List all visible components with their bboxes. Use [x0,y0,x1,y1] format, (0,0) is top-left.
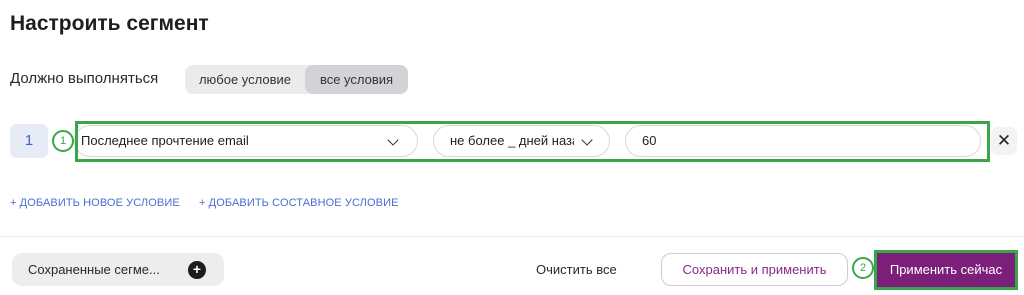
divider [0,236,1024,237]
apply-now-button[interactable]: Применить сейчас [877,253,1015,287]
toggle-all-conditions[interactable]: все условия [305,65,408,94]
saved-segments-button[interactable]: Сохраненные сегме... + [12,253,224,286]
clear-all-button[interactable]: Очистить все [536,262,617,277]
annotation-box-condition [75,121,990,162]
page-title: Настроить сегмент [10,12,209,35]
plus-circle-icon: + [188,261,206,279]
condition-mode-toggle[interactable]: любое условие все условия [185,65,408,94]
close-icon[interactable]: ✕ [991,127,1017,155]
annotation-badge-2: 2 [852,257,874,279]
must-execute-label: Должно выполняться [10,70,159,87]
toggle-any-condition[interactable]: любое условие [185,65,305,94]
saved-segments-label: Сохраненные сегме... [28,262,160,277]
add-compound-condition-link[interactable]: + ДОБАВИТЬ СОСТАВНОЕ УСЛОВИЕ [199,197,399,209]
condition-number: 1 [10,124,48,158]
save-and-apply-button[interactable]: Сохранить и применить [661,253,848,286]
annotation-badge-1: 1 [52,130,74,152]
add-condition-link[interactable]: + ДОБАВИТЬ НОВОЕ УСЛОВИЕ [10,197,180,209]
